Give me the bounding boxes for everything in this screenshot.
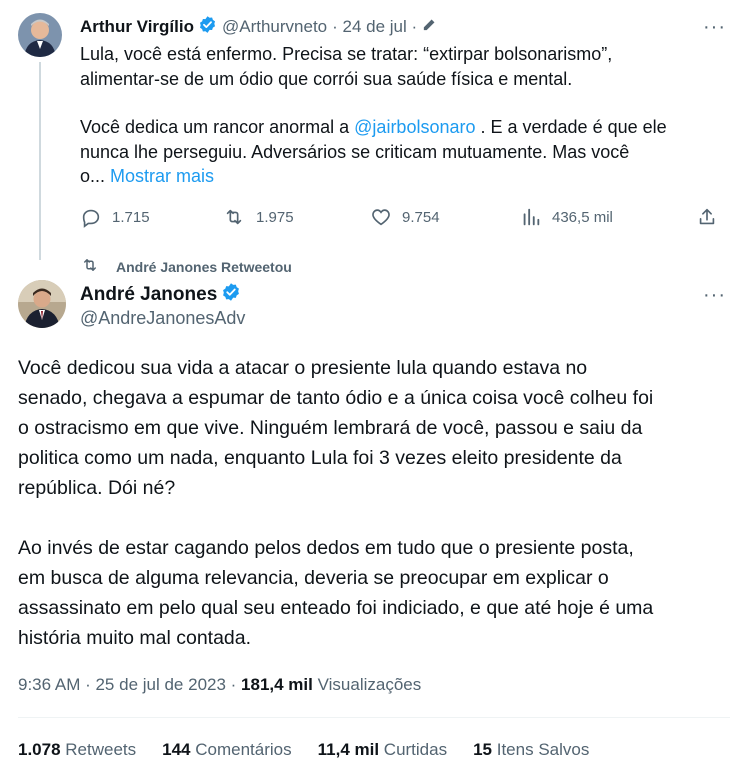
tweet2-line: assassinato em pelo qual seu enteado foi… [18,597,654,619]
stat-retweets[interactable]: 1.078 Retweets [18,740,136,760]
tweet2-timestamp[interactable]: 9:36 AM · 25 de jul de 2023 · [18,675,241,694]
retweet-banner-label[interactable]: André Janones Retweetou [116,259,292,275]
tweet2-meta: 9:36 AM · 25 de jul de 2023 · 181,4 mil … [18,675,421,695]
verified-badge-icon [198,15,217,39]
tweet2-line: o ostracismo em que vive. Ninguém lembra… [18,417,643,439]
tweet1-line: alimentar-se de um ódio que corrói sua s… [80,68,573,89]
tweet2-line: Você dedicou sua vida a atacar o presien… [18,357,588,379]
tweet1-handle[interactable]: @Arthurvneto [222,17,327,37]
tweet2-more-button[interactable]: ··· [703,285,726,305]
tweet2-line: história muito mal contada. [18,627,252,649]
avatar-arthur[interactable] [18,13,62,57]
tweet2-line: senado, chegava a espumar de tanto ódio … [18,387,654,409]
tweet2-display-name[interactable]: André Janones [80,284,217,306]
tweet1-date[interactable]: · 24 de jul · [332,17,417,37]
stat-saved[interactable]: 15 Itens Salvos [473,740,589,760]
tweet2-line: politica como um nada, enquanto Lula foi… [18,447,622,469]
share-icon [696,206,718,228]
tweet2-text: Você dedicou sua vida a atacar o presien… [18,353,730,653]
tweet1-line: Você dedica um rancor anormal a @jairbol… [80,117,667,137]
tweet1-action-bar: 1.715 1.975 9.754 436,5 mil [80,206,720,232]
divider [18,717,730,718]
avatar-andre[interactable] [18,280,66,328]
tweet2-stats: 1.078 Retweets 144 Comentários 11,4 mil … [18,740,615,760]
edit-pencil-icon[interactable] [421,16,438,38]
like-button[interactable]: 9.754 [370,206,440,228]
views-button[interactable]: 436,5 mil [520,206,613,228]
tweet1-line: nunca lhe perseguiu. Adversários se crit… [80,141,630,162]
like-icon [370,206,392,228]
reply-button[interactable]: 1.715 [80,206,150,228]
views-label: Visualizações [312,675,422,694]
share-button[interactable] [696,206,718,228]
views-count: 181,4 mil [241,675,313,694]
tweet1-line: o... Mostrar mais [80,166,215,186]
tweet2-handle-row: @AndreJanonesAdv [80,308,245,329]
tweet2-line: em busca de alguma relevancia, deveria s… [18,567,609,589]
retweet-button[interactable]: 1.975 [222,206,294,228]
stat-comments[interactable]: 144 Comentários [162,740,291,760]
verified-badge-icon [221,282,241,308]
retweet-icon [80,256,100,277]
tweet2-name-row: André Janones [80,282,241,308]
retweet-icon [222,206,246,228]
tweet2-line: Ao invés de estar cagando pelos dedos em… [18,537,634,559]
tweet1-header: Arthur Virgílio @Arthurvneto · 24 de jul… [80,15,438,39]
retweet-banner: André Janones Retweetou [80,256,292,277]
reply-icon [80,206,102,228]
tweet1-text: Lula, você está enfermo. Precisa se trat… [80,42,730,189]
tweet1-more-button[interactable]: ··· [703,17,726,37]
tweet1-display-name[interactable]: Arthur Virgílio [80,17,194,37]
views-icon [520,206,542,228]
thread-connector-line [39,62,41,260]
show-more-link[interactable]: Mostrar mais [110,166,214,186]
tweet1-line: Lula, você está enfermo. Precisa se trat… [80,44,613,64]
stat-likes[interactable]: 11,4 mil Curtidas [318,740,447,760]
mention-link[interactable]: @jairbolsonaro [354,117,475,137]
tweet2-handle[interactable]: @AndreJanonesAdv [80,308,245,329]
tweet2-line: república. Dói né? [18,477,176,499]
